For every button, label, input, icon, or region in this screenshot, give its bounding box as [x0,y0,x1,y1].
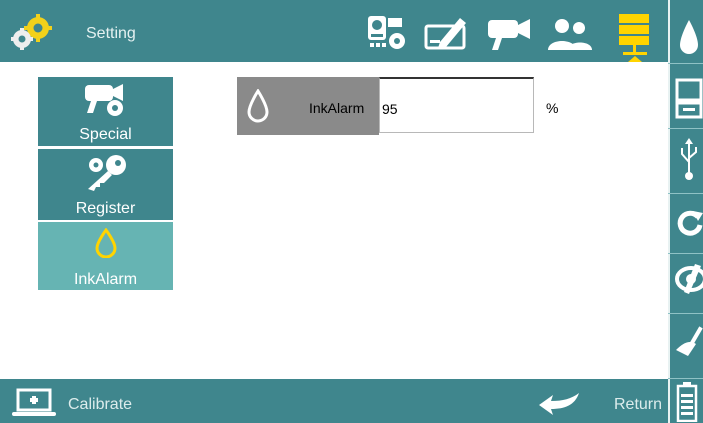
camera-gear-icon [85,84,123,116]
settings-gears-icon[interactable] [8,12,56,52]
battery-icon [676,382,698,422]
keys-gear-icon [88,155,126,191]
video-camera-icon[interactable] [486,16,532,52]
ink-drop-icon [247,89,269,123]
return-arrow-icon[interactable] [537,391,581,415]
ink-drop-icon [95,228,117,258]
ink-drop-icon[interactable] [678,18,700,58]
page-title: Setting [86,25,136,42]
camera-settings-icon[interactable] [366,14,408,52]
clean-brush-icon[interactable] [674,322,703,360]
return-button[interactable]: Return [614,396,662,414]
calibrate-button[interactable]: Calibrate [68,396,132,414]
menu-item-label: InkAlarm [73,271,138,288]
sidebar-separator [668,193,703,194]
unit-label: % [546,100,559,116]
eye-icon[interactable] [675,262,703,296]
menu-item-special[interactable]: Special [38,77,173,146]
users-icon[interactable] [546,16,594,52]
refresh-icon[interactable] [676,203,703,243]
ink-alarm-input[interactable]: 95 [379,77,534,133]
right-sidebar [668,0,703,423]
menu-item-register[interactable]: Register [38,149,173,220]
usb-icon[interactable] [678,138,700,182]
sidebar-separator [668,253,703,254]
ink-alarm-field: InkAlarm 95 [237,77,535,135]
sidebar-separator [668,63,703,64]
menu-item-inkalarm[interactable]: InkAlarm [38,222,173,290]
field-label-box: InkAlarm [237,77,379,135]
top-bar: Setting [0,0,668,62]
edit-ticket-icon[interactable] [424,14,470,52]
server-list-icon[interactable] [616,12,654,62]
bottom-bar: Calibrate Return [0,379,668,423]
sidebar-separator [668,378,703,379]
calibrate-laptop-icon[interactable] [12,388,56,418]
computer-icon[interactable] [675,78,703,120]
field-label: InkAlarm [309,100,365,116]
menu-item-label: Special [79,126,132,143]
sidebar-separator [668,313,703,314]
sidebar-separator [668,128,703,129]
menu-item-label: Register [75,200,136,217]
